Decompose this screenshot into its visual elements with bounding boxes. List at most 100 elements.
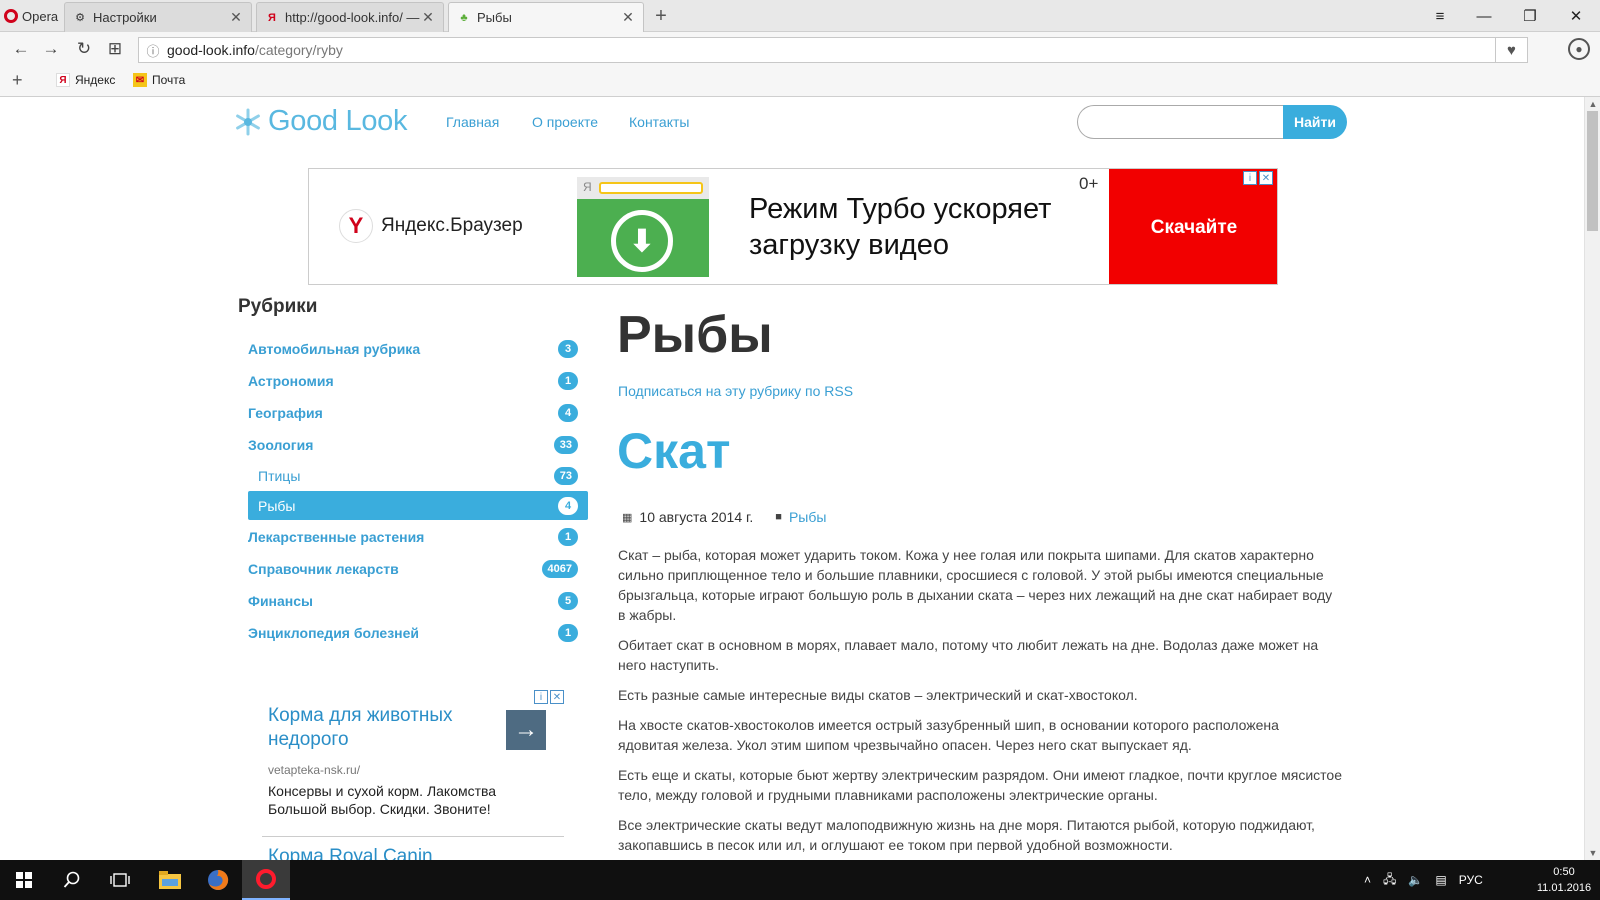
post-date: 10 августа 2014 г. xyxy=(639,509,754,525)
scroll-up-icon[interactable]: ▲ xyxy=(1585,97,1600,111)
category-item-drug-reference[interactable]: Справочник лекарств 4067 xyxy=(248,553,588,585)
top-banner-ad[interactable]: Y Яндекс.Браузер Я ⬇ Режим Турбо ускоряе… xyxy=(308,168,1278,285)
bookmark-yandex[interactable]: Я Яндекс xyxy=(56,73,115,87)
category-label: Птицы xyxy=(258,467,301,484)
file-explorer-icon[interactable] xyxy=(146,860,194,900)
category-count-badge: 1 xyxy=(558,624,578,642)
category-item-disease-encyclopedia[interactable]: Энциклопедия болезней 1 xyxy=(248,617,588,649)
url-host: good-look.info xyxy=(167,42,255,58)
scroll-down-icon[interactable]: ▼ xyxy=(1585,846,1600,860)
paragraph: Есть разные самые интересные виды скатов… xyxy=(618,687,1138,703)
category-label: Зоология xyxy=(248,437,314,453)
category-item-auto[interactable]: Автомобильная рубрика 3 xyxy=(248,333,588,365)
task-view-icon[interactable] xyxy=(96,860,144,900)
tab-close-icon[interactable]: ✕ xyxy=(229,9,243,26)
category-count-badge: 33 xyxy=(553,436,578,454)
opera-menu-label: Opera xyxy=(22,8,59,24)
post-category-link[interactable]: Рыбы xyxy=(789,509,826,525)
search-icon[interactable] xyxy=(48,860,96,900)
banner-ya-letter: Я xyxy=(583,180,592,194)
ad-info-icon[interactable]: i xyxy=(534,690,548,704)
forward-arrow-icon[interactable]: → xyxy=(40,38,62,60)
tab-settings[interactable]: ⚙ Настройки ✕ xyxy=(64,2,252,32)
banner-progress-bar: Я xyxy=(577,177,709,199)
sidebar-ad-next-title[interactable]: Корма Royal Canin xyxy=(268,846,433,860)
search-input[interactable] xyxy=(1077,105,1283,139)
bookmark-label: Почта xyxy=(152,73,186,87)
tab-ryby[interactable]: ♣ Рыбы ✕ xyxy=(448,2,644,32)
speed-dial-grid-icon[interactable]: ⊞ xyxy=(104,38,126,60)
category-item-geography[interactable]: География 4 xyxy=(248,397,588,429)
sidebar-ad-controls: i ✕ xyxy=(534,690,564,704)
category-item-medicinal-plants[interactable]: Лекарственные растения 1 xyxy=(248,521,588,553)
ad-close-icon[interactable]: ✕ xyxy=(550,690,564,704)
tab-close-icon[interactable]: ✕ xyxy=(621,9,635,26)
gear-icon: ⚙ xyxy=(75,12,85,24)
category-count-badge: 4 xyxy=(558,496,578,515)
bookmark-mail[interactable]: ✉ Почта xyxy=(133,73,185,87)
network-icon[interactable]: 🖧 xyxy=(1383,870,1396,891)
close-window-button[interactable]: ✕ xyxy=(1554,0,1598,32)
post-title-link[interactable]: Скат xyxy=(617,422,730,480)
ad-close-icon[interactable]: ✕ xyxy=(1259,171,1273,185)
banner-download-graphic: Я ⬇ xyxy=(577,177,709,277)
address-bar-row: ← → ↻ ⊞ ⓘ good-look.info /category/ryby … xyxy=(0,32,1600,66)
sidebar-ad-divider xyxy=(262,836,564,837)
back-arrow-icon[interactable]: ← xyxy=(10,38,32,60)
arrow-right-icon[interactable]: → xyxy=(506,710,546,750)
category-count-badge: 4 xyxy=(558,404,578,422)
nav-home-link[interactable]: Главная xyxy=(446,114,499,130)
add-bookmark-icon[interactable]: + xyxy=(12,70,23,91)
tab-title: Рыбы xyxy=(477,10,512,25)
category-item-finance[interactable]: Финансы 5 xyxy=(248,585,588,617)
page-scrollbar[interactable]: ▲ ▼ xyxy=(1584,97,1600,860)
paragraph: Обитает скат в основном в морях, плавает… xyxy=(618,637,1319,673)
search-button[interactable]: Найти xyxy=(1283,105,1347,139)
opera-menu-button[interactable]: Opera xyxy=(0,0,62,32)
category-item-zoology[interactable]: Зоология 33 xyxy=(248,429,588,461)
snowflake-logo-icon xyxy=(236,108,260,135)
new-tab-button[interactable]: + xyxy=(650,5,672,28)
tray-expand-icon[interactable]: ˄ xyxy=(1364,873,1371,887)
paragraph: Есть еще и скаты, которые бьют жертву эл… xyxy=(618,767,1342,803)
scrollbar-thumb[interactable] xyxy=(1587,111,1598,231)
category-item-birds[interactable]: Птицы 73 xyxy=(248,461,588,490)
nav-contacts-link[interactable]: Контакты xyxy=(629,114,689,130)
reload-icon[interactable]: ↻ xyxy=(73,38,95,60)
category-item-astronomy[interactable]: Астрономия 1 xyxy=(248,365,588,397)
site-info-icon[interactable]: ⓘ xyxy=(139,41,167,60)
profile-icon[interactable]: ● xyxy=(1568,38,1590,60)
tab-close-icon[interactable]: ✕ xyxy=(421,9,435,26)
sidebar-ad[interactable]: i ✕ Корма для животных недорого → vetapt… xyxy=(262,690,564,860)
volume-icon[interactable]: 🔈 xyxy=(1408,873,1423,887)
rss-subscribe-link[interactable]: Подписаться на эту рубрику по RSS xyxy=(618,383,853,399)
banner-brand: Y Яндекс.Браузер xyxy=(339,209,523,243)
restore-button[interactable]: ❐ xyxy=(1508,0,1552,32)
web-page: Good Look Главная О проекте Контакты Най… xyxy=(0,97,1584,860)
tab-menu-icon[interactable]: ≡ xyxy=(1418,0,1462,32)
tab-good-look-url[interactable]: Я http://good-look.info/ — ✕ xyxy=(256,2,444,32)
input-language[interactable]: РУС xyxy=(1459,873,1483,887)
opera-taskbar-icon[interactable] xyxy=(242,860,290,900)
windows-start-icon[interactable] xyxy=(0,860,48,900)
bookmark-heart-icon[interactable]: ♥ xyxy=(1495,38,1527,62)
category-heading: Рыбы xyxy=(617,306,773,364)
banner-headline: Режим Турбо ускоряет загрузку видео xyxy=(749,191,1051,263)
firefox-icon[interactable] xyxy=(194,860,242,900)
yandex-icon: Я xyxy=(268,11,276,24)
sidebar-ad-title[interactable]: Корма для животных недорого xyxy=(268,704,498,752)
browser-tab-bar: Opera ⚙ Настройки ✕ Я http://good-look.i… xyxy=(0,0,1600,32)
notifications-icon[interactable]: ▤ xyxy=(1435,873,1446,887)
url-input[interactable]: ⓘ good-look.info /category/ryby ♥ xyxy=(138,37,1528,63)
ad-info-icon[interactable]: i xyxy=(1243,171,1257,185)
banner-download-button[interactable]: Скачайте xyxy=(1109,169,1277,284)
minimize-button[interactable]: — xyxy=(1462,0,1506,32)
mail-icon: ✉ xyxy=(133,73,147,87)
yandex-browser-logo-icon: Y xyxy=(339,209,373,243)
nav-about-link[interactable]: О проекте xyxy=(532,114,598,130)
url-path: /category/ryby xyxy=(254,42,343,58)
taskbar-clock[interactable]: 0:50 11.01.2016 xyxy=(1528,864,1600,896)
sidebar-ad-url: vetapteka-nsk.ru/ xyxy=(268,763,361,777)
site-logo[interactable]: Good Look xyxy=(234,105,407,138)
category-item-fish[interactable]: Рыбы 4 xyxy=(248,491,588,520)
